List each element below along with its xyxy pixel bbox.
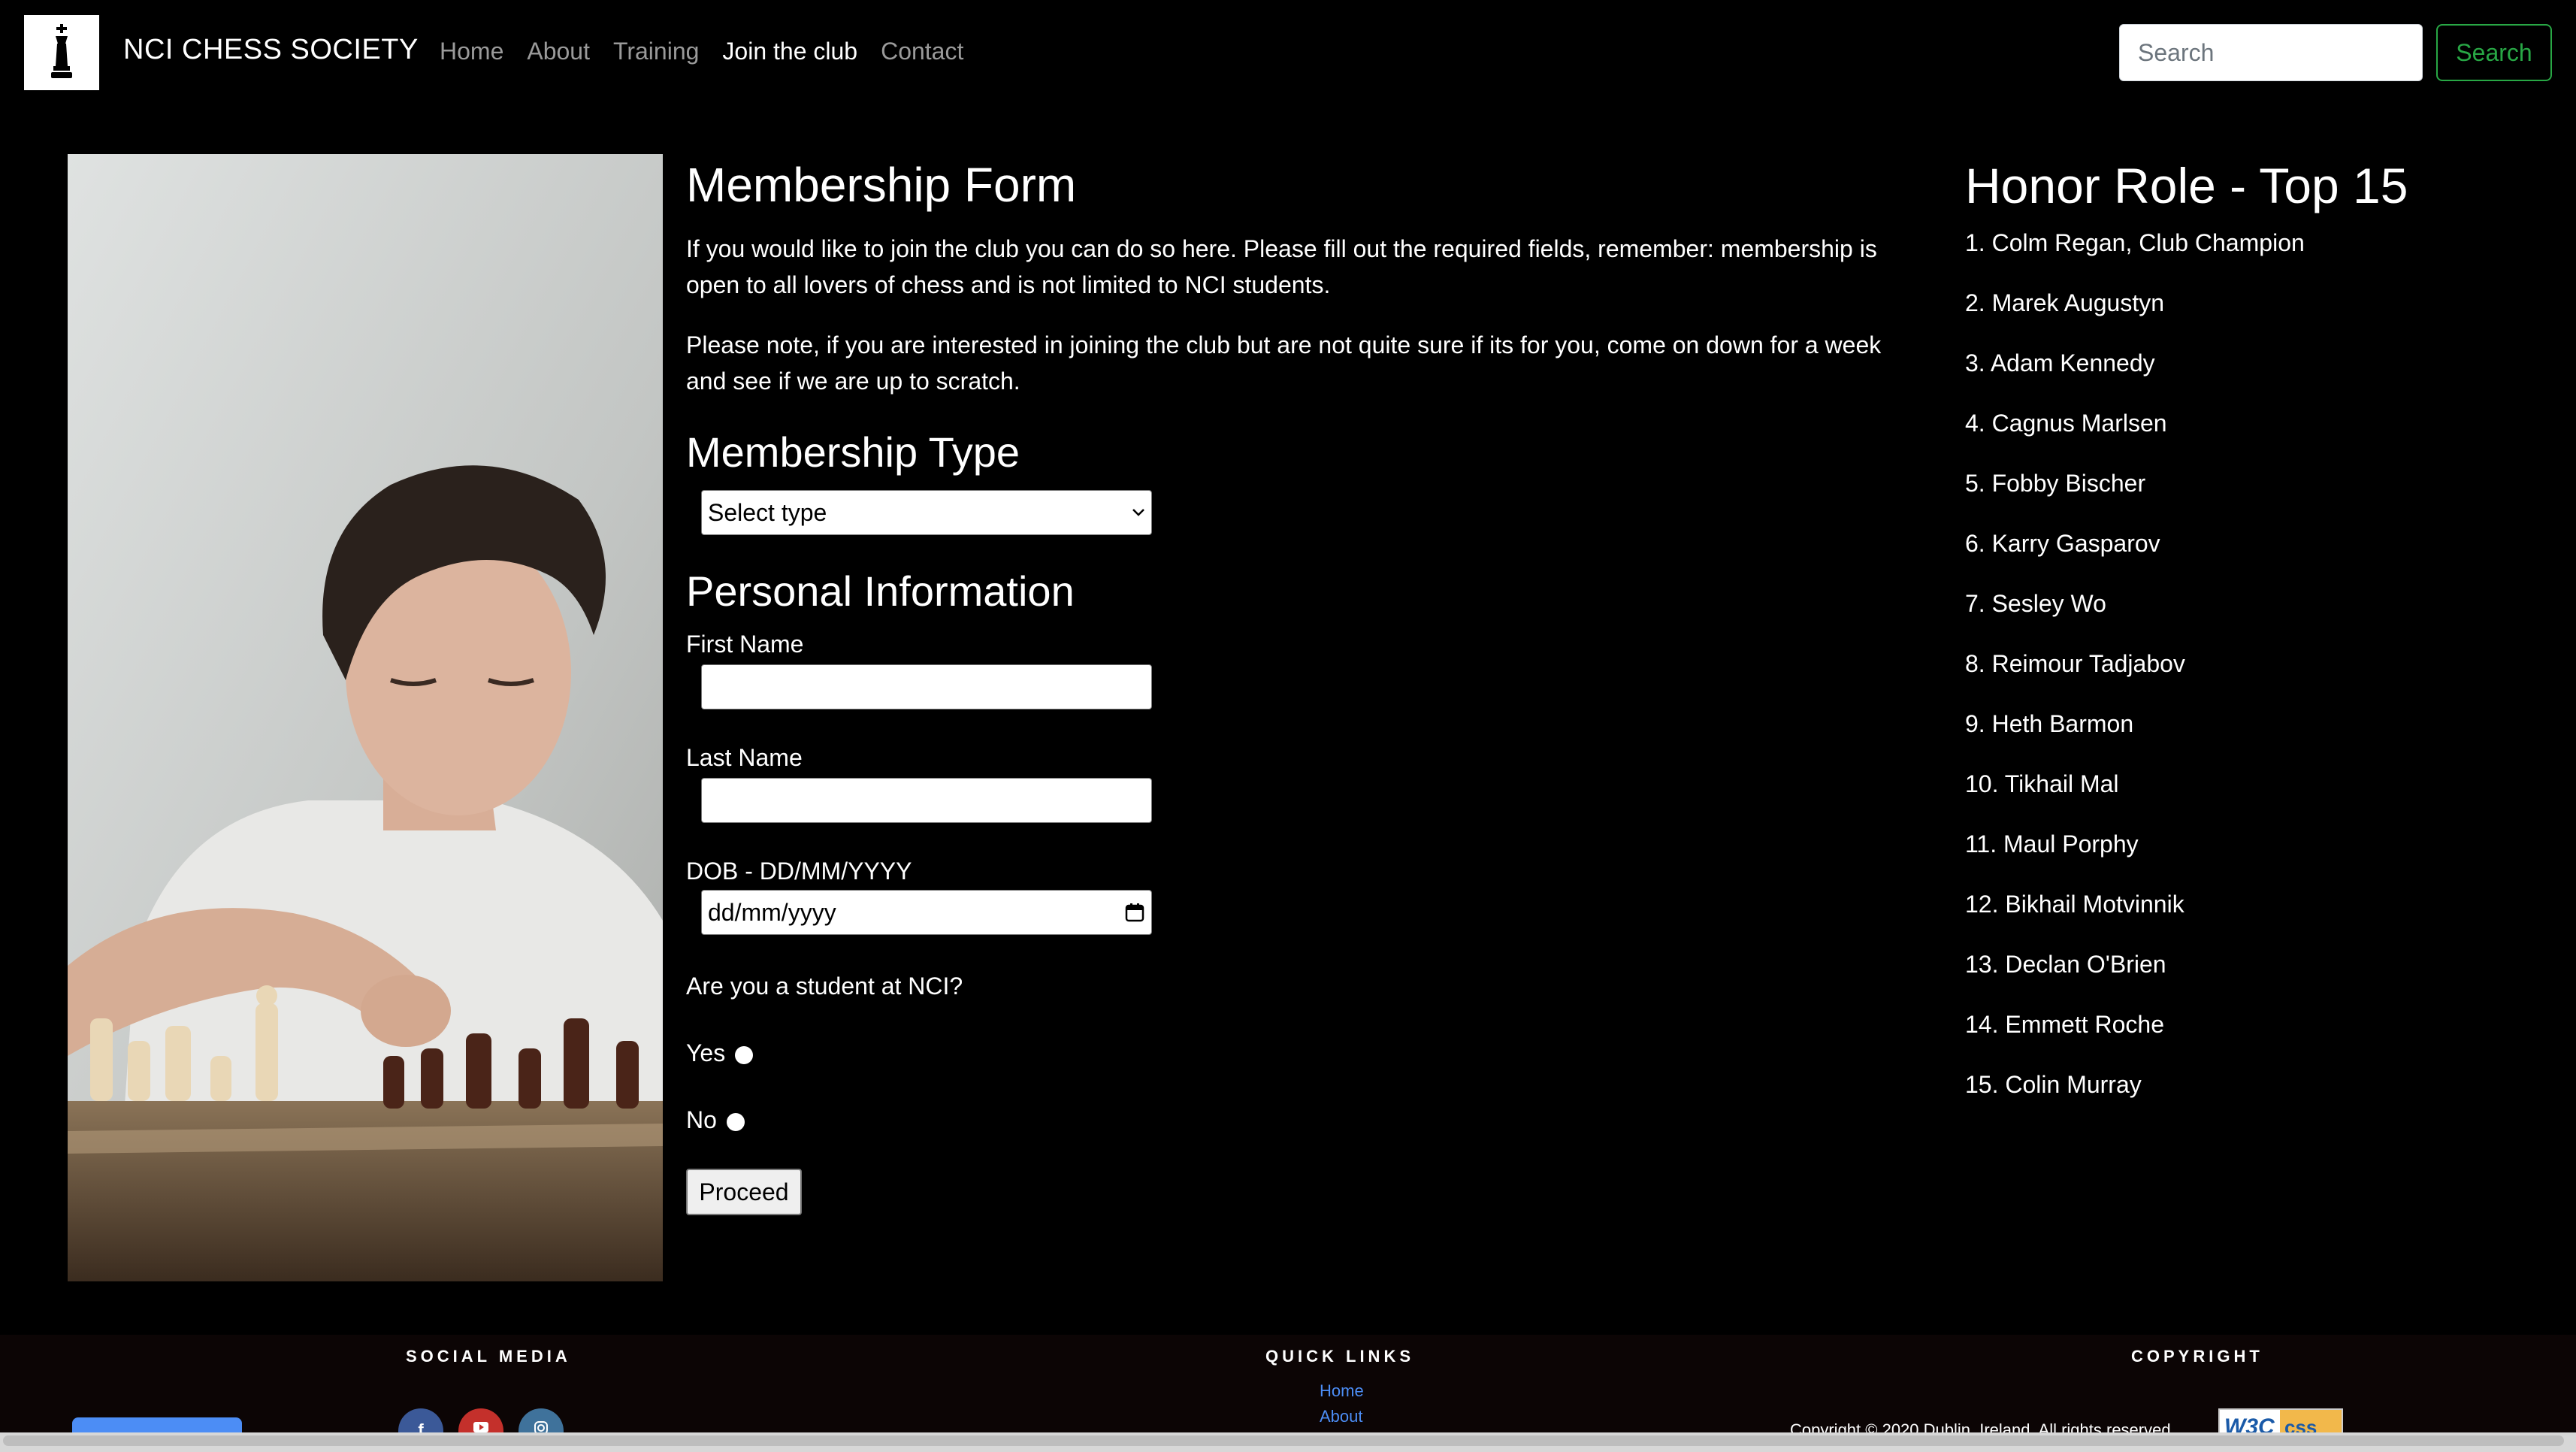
honor-entry: 5. Fobby Bischer xyxy=(1965,470,2146,497)
navbar: NCI CHESS SOCIETY Home About Training Jo… xyxy=(0,0,2576,105)
calendar-icon[interactable] xyxy=(1124,902,1145,923)
form-intro: If you would like to join the club you c… xyxy=(686,235,1877,298)
footer-link-home[interactable]: Home xyxy=(1320,1381,1364,1401)
play-icon xyxy=(473,1422,488,1432)
king-chess-logo-icon xyxy=(51,24,72,78)
chess-player-illustration xyxy=(68,154,663,1281)
honor-roll-list: 1. Colm Regan, Club Champion 2. Marek Au… xyxy=(1965,225,2536,1127)
first-name-input[interactable] xyxy=(701,664,1152,709)
honor-entry: 13. Declan O'Brien xyxy=(1965,951,2166,978)
nav-about[interactable]: About xyxy=(527,38,590,65)
search-input[interactable] xyxy=(2119,24,2423,81)
no-radio[interactable] xyxy=(726,1112,745,1131)
honor-entry: 2. Marek Augustyn xyxy=(1965,289,2165,316)
dob-label: DOB - DD/MM/YYYY xyxy=(686,858,912,885)
honor-entry: 10. Tikhail Mal xyxy=(1965,770,2119,797)
quick-links-heading: QUICK LINKS xyxy=(1265,1347,1414,1366)
first-name-label: First Name xyxy=(686,631,804,658)
last-name-label: Last Name xyxy=(686,744,803,771)
yes-option: Yes xyxy=(686,1039,1918,1067)
no-label: No xyxy=(686,1106,717,1133)
personal-information-heading: Personal Information xyxy=(686,567,1075,615)
membership-form: Membership Form If you would like to joi… xyxy=(686,154,1918,1215)
nav-join-the-club[interactable]: Join the club xyxy=(722,38,857,65)
honor-entry: 7. Sesley Wo xyxy=(1965,590,2106,617)
honor-entry: 14. Emmett Roche xyxy=(1965,1011,2164,1038)
form-title: Membership Form xyxy=(686,158,1077,212)
honor-entry: 11. Maul Porphy xyxy=(1965,830,2139,858)
nav-contact[interactable]: Contact xyxy=(881,38,963,65)
nav-home[interactable]: Home xyxy=(440,38,503,65)
last-name-input[interactable] xyxy=(701,778,1152,823)
honor-entry: 12. Bikhail Motvinnik xyxy=(1965,891,2184,918)
chess-player-photo xyxy=(68,154,663,1281)
yes-radio[interactable] xyxy=(735,1045,754,1064)
scrollbar-thumb[interactable] xyxy=(3,1435,2564,1446)
honor-roll: Honor Role - Top 15 1. Colm Regan, Club … xyxy=(1965,154,2536,1127)
no-option: No xyxy=(686,1106,1918,1134)
brand-name[interactable]: NCI CHESS SOCIETY xyxy=(123,34,419,66)
nav-links: Home About Training Join the club Contac… xyxy=(440,38,963,65)
nav-training[interactable]: Training xyxy=(613,38,699,65)
honor-entry: 3. Adam Kennedy xyxy=(1965,349,2155,377)
honor-entry: 6. Karry Gasparov xyxy=(1965,530,2160,557)
honor-entry: 8. Reimour Tadjabov xyxy=(1965,650,2185,677)
brand-logo[interactable] xyxy=(24,15,99,90)
form-note: Please note, if you are interested in jo… xyxy=(686,331,1882,395)
membership-type-select[interactable]: Select type xyxy=(701,490,1152,535)
footer-link-about[interactable]: About xyxy=(1320,1407,1363,1426)
honor-entry: 4. Cagnus Marlsen xyxy=(1965,410,2167,437)
student-question: Are you a student at NCI? xyxy=(686,973,963,1000)
honor-entry: 9. Heth Barmon xyxy=(1965,710,2134,737)
honor-entry: 1. Colm Regan, Club Champion xyxy=(1965,229,2305,256)
dob-value: dd/mm/yyyy xyxy=(708,898,836,926)
social-media-heading: SOCIAL MEDIA xyxy=(406,1347,571,1366)
chevron-down-icon xyxy=(1132,509,1144,516)
honor-entry: 15. Colin Murray xyxy=(1965,1071,2142,1098)
honor-roll-title: Honor Role - Top 15 xyxy=(1965,158,2408,213)
copyright-heading: COPYRIGHT xyxy=(2131,1347,2263,1366)
yes-label: Yes xyxy=(686,1039,726,1066)
membership-type-value: Select type xyxy=(708,498,827,526)
proceed-button[interactable]: Proceed xyxy=(686,1169,802,1215)
dob-input[interactable]: dd/mm/yyyy xyxy=(701,890,1152,935)
search-button[interactable]: Search xyxy=(2436,24,2552,81)
membership-type-heading: Membership Type xyxy=(686,428,1020,476)
